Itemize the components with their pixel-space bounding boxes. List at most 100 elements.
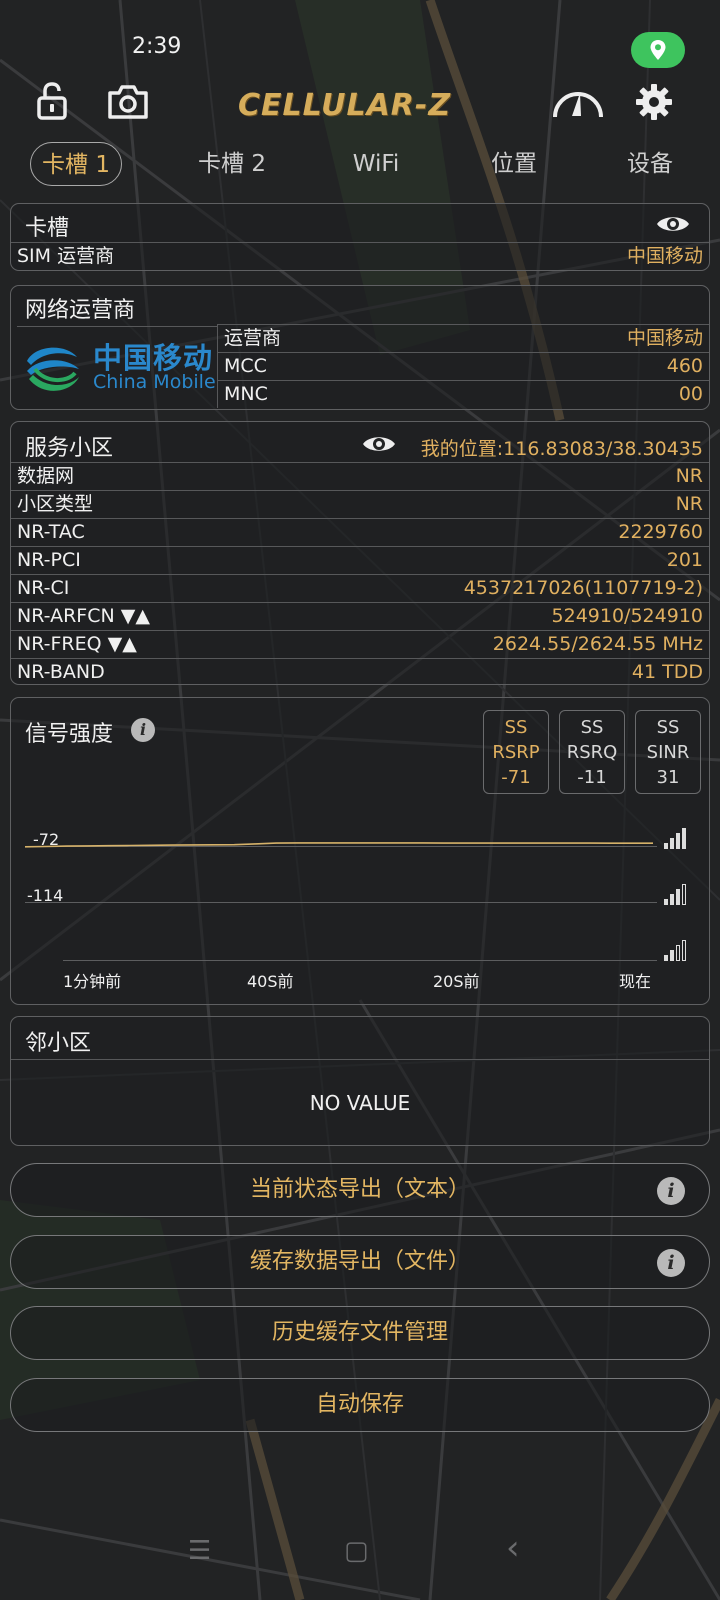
- cell-info-value: 201: [666, 549, 703, 571]
- auto-save-button[interactable]: 自动保存: [10, 1378, 710, 1432]
- tab-device[interactable]: 设备: [604, 142, 696, 186]
- signal-bars-icon: [664, 828, 686, 849]
- neighbor-cell-title: 邻小区: [25, 1031, 92, 1056]
- signal-bars-icon: [664, 940, 686, 961]
- export-cache-file-label: 缓存数据导出（文件）: [249, 1249, 470, 1274]
- cell-info-row: NR-BAND 41 TDD: [11, 658, 709, 686]
- cell-info-value: NR: [675, 465, 703, 487]
- speedometer-icon[interactable]: [550, 84, 606, 120]
- serving-cell-title: 服务小区: [25, 436, 114, 461]
- neighbor-empty-text: NO VALUE: [309, 1091, 411, 1115]
- metric-rsrp-l1: SS: [504, 717, 528, 738]
- x-tick-label: 1分钟前: [63, 972, 122, 991]
- cell-info-value: 4537217026(1107719-2): [463, 577, 703, 599]
- metric-ss-rsrq[interactable]: SS RSRQ -11: [559, 710, 625, 794]
- cell-info-label: NR-PCI: [17, 549, 81, 571]
- tab-slot-1[interactable]: 卡槽 1: [30, 142, 122, 186]
- network-operator-panel: 网络运营商 中国移动 China Mobile 运营商 中国移动 MCC 460…: [10, 285, 710, 410]
- mnc-label: MNC: [224, 383, 268, 405]
- tab-wifi[interactable]: WiFi: [330, 142, 422, 186]
- cell-info-label: NR-BAND: [17, 661, 105, 683]
- cell-info-row: NR-TAC 2229760: [11, 518, 709, 546]
- sim-slot-title: 卡槽: [25, 216, 70, 241]
- cell-info-label: NR-ARFCN ▼▲: [17, 605, 150, 627]
- mcc-row: MCC 460: [218, 352, 709, 380]
- cell-info-label: 小区类型: [17, 493, 94, 515]
- app-logo: CELLULAR-Z: [238, 88, 452, 123]
- cell-info-row: NR-ARFCN ▼▲ 524910/524910: [11, 602, 709, 630]
- metric-ss-rsrp[interactable]: SS RSRP -71: [483, 710, 549, 794]
- history-cache-manage-button[interactable]: 历史缓存文件管理: [10, 1306, 710, 1360]
- metric-rsrq-l1: SS: [580, 717, 604, 738]
- cell-info-label: NR-TAC: [17, 521, 85, 543]
- nav-back-button[interactable]: ‹: [506, 1528, 520, 1568]
- operator-value: 中国移动: [626, 327, 703, 349]
- sim-slot-panel: 卡槽 SIM 运营商 中国移动: [10, 203, 710, 271]
- network-operator-title: 网络运营商: [25, 298, 136, 323]
- x-tick-label: 现在: [619, 972, 652, 991]
- cell-info-value: NR: [675, 493, 703, 515]
- rsrp-series-line: [24, 842, 653, 848]
- status-time: 2:39: [132, 34, 182, 59]
- metric-rsrq-value: -11: [577, 767, 607, 788]
- cell-info-row: 数据网 NR: [11, 462, 709, 490]
- sim-operator-value: 中国移动: [626, 245, 703, 267]
- visibility-eye-icon[interactable]: [361, 430, 397, 458]
- export-status-text-label: 当前状态导出（文本）: [249, 1177, 470, 1202]
- cell-info-label: NR-CI: [17, 577, 70, 599]
- metric-rsrp-value: -71: [501, 767, 531, 788]
- china-mobile-logo-en: China Mobile: [93, 371, 216, 393]
- nav-home-button[interactable]: ▢: [344, 1536, 369, 1566]
- auto-save-label: 自动保存: [315, 1392, 404, 1417]
- signal-strength-panel: 信号强度 i SS RSRP -71 SS RSRQ -11 SS SINR 3…: [10, 697, 710, 1005]
- tab-slot-2[interactable]: 卡槽 2: [186, 142, 278, 186]
- cell-info-value: 41 TDD: [631, 661, 703, 683]
- nav-menu-button[interactable]: ☰: [188, 1536, 211, 1566]
- signal-chart: -72 -114 1分钟前 40S前 20S前 现在: [11, 808, 709, 1004]
- metric-ss-sinr[interactable]: SS SINR 31: [635, 710, 701, 794]
- location-indicator: [631, 32, 685, 68]
- my-location-text: 我的位置:116.83083/38.30435: [420, 438, 703, 460]
- signal-strength-title: 信号强度: [25, 722, 114, 747]
- cell-info-label: 数据网: [17, 465, 75, 487]
- info-icon[interactable]: i: [657, 1249, 685, 1277]
- network-operator-rows: 运营商 中国移动 MCC 460 MNC 00: [217, 324, 709, 408]
- tab-location[interactable]: 位置: [468, 142, 560, 186]
- info-icon[interactable]: i: [657, 1177, 685, 1205]
- history-cache-manage-label: 历史缓存文件管理: [271, 1320, 448, 1345]
- operator-label: 运营商: [224, 327, 282, 349]
- mcc-value: 460: [666, 355, 703, 377]
- info-icon[interactable]: i: [131, 718, 155, 742]
- x-tick-label: 40S前: [247, 972, 294, 991]
- lock-icon[interactable]: [34, 80, 70, 122]
- neighbor-cell-panel: 邻小区 NO VALUE: [10, 1016, 710, 1146]
- metric-sinr-l2: SINR: [646, 742, 690, 763]
- metric-rsrp-l2: RSRP: [492, 742, 540, 763]
- neighbor-divider: [11, 1059, 709, 1060]
- cell-info-row: NR-PCI 201: [11, 546, 709, 574]
- camera-icon[interactable]: [106, 82, 150, 122]
- serving-cell-panel: 服务小区 我的位置:116.83083/38.30435 数据网 NR 小区类型 NR…: [10, 421, 710, 685]
- visibility-eye-icon[interactable]: [655, 212, 691, 236]
- cell-info-label: NR-FREQ ▼▲: [17, 633, 137, 655]
- china-mobile-logo-icon: [27, 347, 79, 391]
- cell-info-row: 小区类型 NR: [11, 490, 709, 518]
- china-mobile-logo: 中国移动 China Mobile: [17, 326, 217, 406]
- cell-info-row: NR-FREQ ▼▲ 2624.55/2624.55 MHz: [11, 630, 709, 658]
- metric-rsrq-l2: RSRQ: [566, 742, 618, 763]
- location-pin-icon: [650, 40, 666, 60]
- x-tick-label: 20S前: [433, 972, 480, 991]
- metric-sinr-l1: SS: [656, 717, 680, 738]
- cell-info-row: NR-CI 4537217026(1107719-2): [11, 574, 709, 602]
- sim-operator-row: SIM 运营商 中国移动: [11, 242, 709, 270]
- export-cache-file-button[interactable]: 缓存数据导出（文件） i: [10, 1235, 710, 1289]
- metric-sinr-value: 31: [656, 767, 680, 788]
- cell-info-value: 2624.55/2624.55 MHz: [492, 633, 703, 655]
- operator-row: 运营商 中国移动: [218, 324, 709, 352]
- cell-info-value: 2229760: [618, 521, 703, 543]
- mcc-label: MCC: [224, 355, 267, 377]
- mnc-row: MNC 00: [218, 380, 709, 408]
- sim-operator-label: SIM 运营商: [17, 245, 115, 267]
- settings-gear-icon[interactable]: [634, 82, 674, 122]
- export-status-text-button[interactable]: 当前状态导出（文本） i: [10, 1163, 710, 1217]
